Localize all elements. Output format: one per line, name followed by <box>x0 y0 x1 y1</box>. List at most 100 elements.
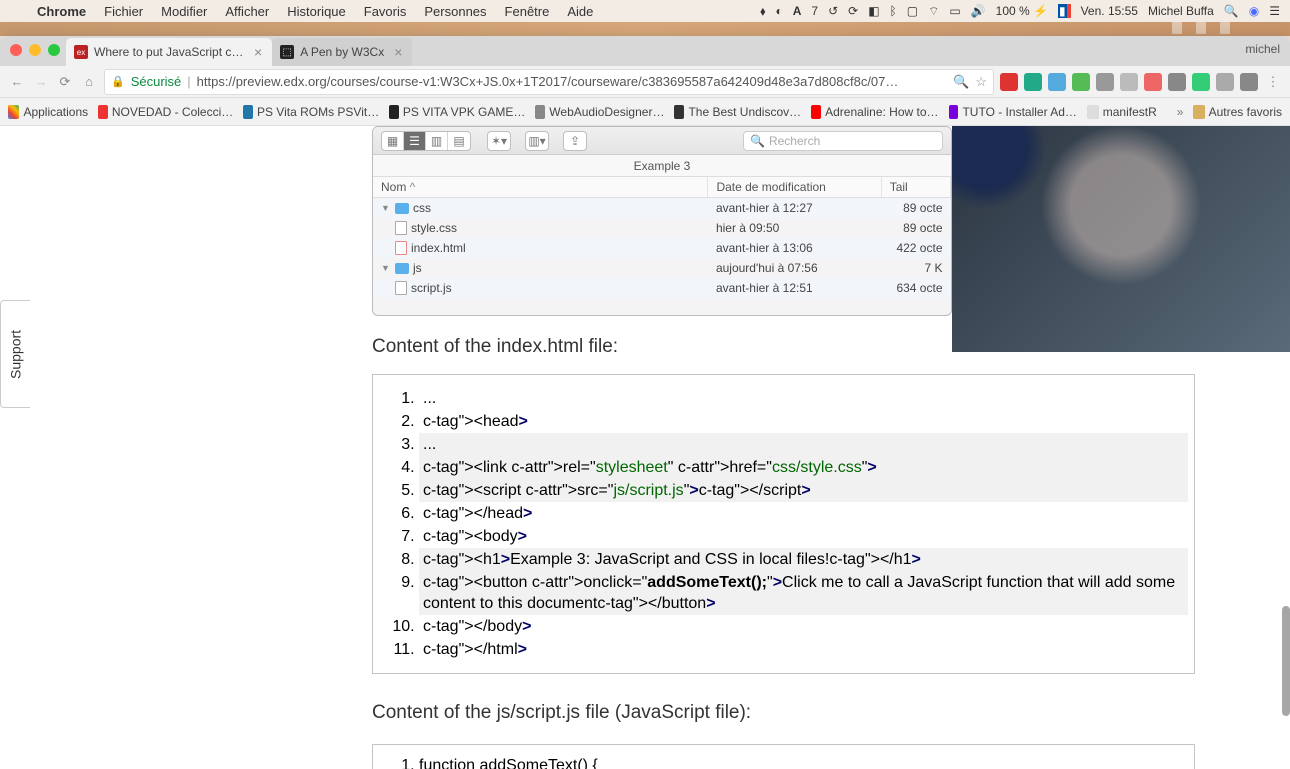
ext-icon[interactable] <box>1024 73 1042 91</box>
ext-icon[interactable] <box>1096 73 1114 91</box>
notif-icon[interactable]: 7 <box>811 4 818 18</box>
bookmark-item[interactable]: Adrenaline: How to… <box>811 105 938 119</box>
support-tab[interactable]: Support <box>0 300 30 408</box>
col-mod: Date de modification <box>708 177 881 198</box>
ext-icon[interactable] <box>1120 73 1138 91</box>
finder-share-icon: ⇪ <box>564 132 586 150</box>
app-name[interactable]: Chrome <box>37 4 86 19</box>
bookmark-item[interactable]: TUTO - Installer Ad… <box>949 105 1077 119</box>
window-controls <box>10 44 60 56</box>
finder-view-icons-icon: ▦ <box>382 132 404 150</box>
scrollbar-thumb[interactable] <box>1282 606 1290 716</box>
address-bar[interactable]: 🔒 Sécurisé | https://preview.edx.org/cou… <box>104 69 994 95</box>
apps-button[interactable]: Applications <box>8 105 88 119</box>
menu-personnes[interactable]: Personnes <box>424 4 486 19</box>
tab-title: Where to put JavaScript code <box>94 45 244 59</box>
tab-codepen[interactable]: ⬚ A Pen by W3Cx × <box>272 38 412 66</box>
dropbox-icon[interactable]: ⬧ <box>760 4 765 19</box>
code-block-index: ...c-tag"><head> ... c-tag"><link c-attr… <box>372 374 1195 674</box>
adobe-icon[interactable]: ◐ <box>775 4 782 18</box>
battery-status[interactable]: 100 % ⚡ <box>996 4 1048 18</box>
finder-row: style.csshier à 09:5089 octe <box>373 218 951 238</box>
finder-view-list-icon: ☰ <box>404 132 426 150</box>
ext-icon[interactable] <box>1144 73 1162 91</box>
creative-icon[interactable]: A <box>793 4 802 18</box>
menu-afficher[interactable]: Afficher <box>225 4 269 19</box>
ext-icon[interactable] <box>1192 73 1210 91</box>
forward-button[interactable]: → <box>32 73 50 91</box>
code-line: c-tag"><h1>Example 3: JavaScript and CSS… <box>419 548 1188 571</box>
finder-view-columns-icon: ▥ <box>426 132 448 150</box>
back-button[interactable]: ← <box>8 73 26 91</box>
finder-row: script.jsavant-hier à 12:51634 octe <box>373 278 951 298</box>
finder-view-cover-icon: ▤ <box>448 132 470 150</box>
star-icon[interactable]: ☆ <box>975 74 987 90</box>
close-tab-icon[interactable]: × <box>394 44 402 60</box>
spotlight-icon[interactable]: 🔍 <box>1224 4 1239 18</box>
expose-icon[interactable]: ◧ <box>868 4 879 18</box>
bookmark-item[interactable]: manifestR <box>1087 105 1157 119</box>
section-heading-script: Content of the js/script.js file (JavaSc… <box>372 702 1195 724</box>
search-icon: 🔍 <box>750 134 765 148</box>
ext-icon[interactable] <box>1072 73 1090 91</box>
profile-label[interactable]: michel <box>1245 42 1280 56</box>
finder-row: ▼ cssavant-hier à 12:2789 octe <box>373 198 951 219</box>
bookmark-overflow-icon[interactable]: » <box>1177 105 1184 119</box>
minimize-window-button[interactable] <box>29 44 41 56</box>
lock-icon: 🔒 <box>111 75 125 88</box>
wifi-icon[interactable]: ⌔ <box>928 4 939 19</box>
tab-edx[interactable]: ex Where to put JavaScript code × <box>66 38 272 66</box>
reload-button[interactable]: ⟳ <box>56 73 74 91</box>
code-line: function addSomeText() { <box>419 757 1188 769</box>
chrome-window: ex Where to put JavaScript code × ⬚ A Pe… <box>0 36 1290 769</box>
code-line: c-tag"><head> <box>419 410 1188 433</box>
code-line: c-tag"></head> <box>419 502 1188 525</box>
menu-favoris[interactable]: Favoris <box>364 4 407 19</box>
ext-icon[interactable] <box>1168 73 1186 91</box>
menu-fichier[interactable]: Fichier <box>104 4 143 19</box>
codepen-favicon-icon: ⬚ <box>280 45 294 59</box>
bookmark-item[interactable]: The Best Undiscov… <box>674 105 801 119</box>
menu-aide[interactable]: Aide <box>567 4 593 19</box>
toolbar: ← → ⟳ ⌂ 🔒 Sécurisé | https://preview.edx… <box>0 66 1290 98</box>
other-bookmarks[interactable]: Autres favoris <box>1193 105 1282 119</box>
clock[interactable]: Ven. 15:55 <box>1081 4 1138 18</box>
ext-icon[interactable] <box>1048 73 1066 91</box>
close-tab-icon[interactable]: × <box>254 44 262 60</box>
timemachine-icon[interactable]: ⟳ <box>848 4 858 18</box>
code-line: c-tag"><button c-attr">onclick="addSomeT… <box>419 571 1188 615</box>
zoom-icon[interactable]: 🔍 <box>953 74 969 90</box>
ext-icon[interactable] <box>1240 73 1258 91</box>
finder-title: Example 3 <box>373 155 951 177</box>
menu-historique[interactable]: Historique <box>287 4 346 19</box>
finder-row: index.htmlavant-hier à 13:06422 octe <box>373 238 951 258</box>
code-line: c-tag"><script c-attr">src="js/script.js… <box>419 479 1188 502</box>
flag-icon[interactable]: ▮ <box>1058 4 1071 18</box>
bluetooth-icon[interactable]: ᛒ <box>890 4 897 18</box>
close-window-button[interactable] <box>10 44 22 56</box>
bookmark-item[interactable]: PS VITA VPK GAME… <box>389 105 525 119</box>
chrome-menu-icon[interactable]: ⋮ <box>1264 73 1282 91</box>
user-name[interactable]: Michel Buffa <box>1148 4 1214 18</box>
ext-icon[interactable] <box>1216 73 1234 91</box>
sync-icon[interactable]: ↺ <box>828 4 838 18</box>
code-block-script: function addSomeText() { <box>372 744 1195 769</box>
airplay-icon[interactable]: ▢ <box>907 4 918 18</box>
finder-search: 🔍 Recherch <box>743 131 943 151</box>
volume-icon[interactable]: 🔊 <box>971 4 986 18</box>
siri-icon[interactable]: ◉ <box>1249 4 1259 18</box>
notifications-icon[interactable]: ☰ <box>1269 4 1280 18</box>
bookmark-item[interactable]: PS Vita ROMs PSVit… <box>243 105 379 119</box>
bookmark-item[interactable]: WebAudioDesigner… <box>535 105 664 119</box>
display-icon[interactable]: ▭ <box>949 4 960 18</box>
code-line: c-tag"></body> <box>419 615 1188 638</box>
code-line: ... <box>419 387 1188 410</box>
zoom-window-button[interactable] <box>48 44 60 56</box>
tab-bar: ex Where to put JavaScript code × ⬚ A Pe… <box>0 36 1290 66</box>
menu-fenetre[interactable]: Fenêtre <box>505 4 550 19</box>
url-text: https://preview.edx.org/courses/course-v… <box>197 74 899 89</box>
home-button[interactable]: ⌂ <box>80 73 98 91</box>
ext-icon[interactable] <box>1000 73 1018 91</box>
bookmark-item[interactable]: NOVEDAD - Colecci… <box>98 105 233 119</box>
menu-modifier[interactable]: Modifier <box>161 4 207 19</box>
